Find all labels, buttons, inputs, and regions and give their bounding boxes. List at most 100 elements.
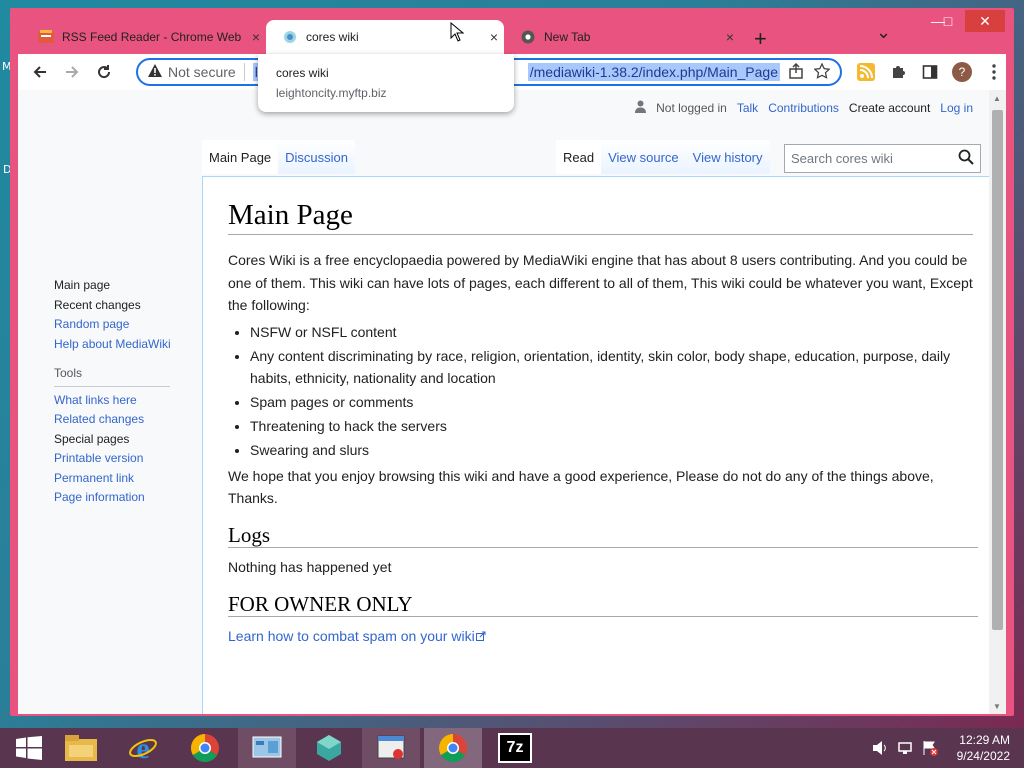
- login-status: Not logged in: [656, 101, 727, 115]
- sidebar-item-main-page[interactable]: Main page: [54, 276, 171, 296]
- start-windows-icon[interactable]: [0, 728, 58, 768]
- browser-window: RSS Feed Reader - Chrome Web × cores wik…: [10, 8, 1014, 716]
- article-body: Cores Wiki is a free encyclopaedia power…: [228, 249, 978, 648]
- menu-kebab-icon[interactable]: [982, 60, 1006, 84]
- rss-extension-icon[interactable]: [854, 60, 878, 84]
- intro-paragraph: Cores Wiki is a free encyclopaedia power…: [228, 252, 973, 313]
- tab-cores-wiki[interactable]: cores wiki ×: [266, 20, 504, 54]
- action-center-flag-icon[interactable]: [922, 740, 938, 761]
- internet-explorer-icon[interactable]: e: [114, 728, 172, 768]
- forward-arrow-icon[interactable]: [60, 60, 84, 84]
- tab-title: RSS Feed Reader - Chrome Web: [62, 30, 242, 44]
- list-item: Swearing and slurs: [250, 439, 978, 461]
- tab-new-tab[interactable]: New Tab ×: [504, 20, 740, 54]
- logs-text: Nothing has happened yet: [228, 559, 392, 575]
- sidebar-item-related-changes[interactable]: Related changes: [54, 410, 171, 430]
- list-item: Any content discriminating by race, reli…: [250, 345, 978, 389]
- warning-icon[interactable]: [148, 64, 162, 80]
- sidebar-item-special-pages[interactable]: Special pages: [54, 430, 171, 450]
- page-title: Main Page: [228, 199, 973, 235]
- user-navigation: Not logged in Talk Contributions Create …: [635, 100, 973, 116]
- logs-heading: Logs: [228, 523, 978, 548]
- share-icon[interactable]: [788, 62, 804, 82]
- search-input[interactable]: Search cores wiki: [785, 151, 958, 166]
- tab-close-icon[interactable]: ×: [246, 29, 266, 45]
- sidebar-tools-header: Tools: [54, 364, 170, 387]
- maximize-button[interactable]: □: [928, 10, 968, 32]
- chrome-favicon-icon: [520, 29, 536, 45]
- sidebar-item-random-page[interactable]: Random page: [54, 315, 171, 335]
- sidebar-item-permanent-link[interactable]: Permanent link: [54, 469, 171, 489]
- user-icon: [635, 100, 647, 116]
- tab-close-icon[interactable]: ×: [720, 29, 740, 45]
- profile-avatar[interactable]: ?: [950, 60, 974, 84]
- contributions-link[interactable]: Contributions: [768, 101, 839, 115]
- new-tab-button[interactable]: +: [754, 26, 767, 52]
- search-box[interactable]: Search cores wiki: [784, 144, 981, 173]
- omnibox-divider: [243, 63, 245, 81]
- taskbar: e 7z 12:29 AM 9/24/2022: [0, 728, 1024, 768]
- scroll-down-icon[interactable]: ▼: [993, 702, 1001, 711]
- side-panel-icon[interactable]: [918, 60, 942, 84]
- content-area: Main Page Cores Wiki is a free encyclopa…: [202, 176, 989, 714]
- clock-date: 9/24/2022: [956, 749, 1010, 763]
- closing-paragraph: We hope that you enjoy browsing this wik…: [228, 467, 934, 507]
- scrollbar-thumb[interactable]: [992, 110, 1003, 630]
- file-explorer-icon[interactable]: [52, 728, 110, 768]
- extensions-puzzle-icon[interactable]: [886, 60, 910, 84]
- tab-discussion[interactable]: Discussion: [278, 140, 356, 174]
- app-package-icon[interactable]: [300, 728, 358, 768]
- window-app-icon[interactable]: [362, 728, 420, 768]
- login-link[interactable]: Log in: [940, 101, 973, 115]
- svg-text:e: e: [136, 733, 149, 763]
- tab-main-page[interactable]: Main Page: [202, 140, 279, 174]
- rss-favicon-icon: [38, 29, 54, 45]
- combat-spam-link[interactable]: Learn how to combat spam on your wiki: [228, 628, 486, 644]
- tab-rss-feed-reader[interactable]: RSS Feed Reader - Chrome Web ×: [22, 20, 266, 54]
- mouse-cursor-icon: [450, 21, 465, 47]
- sidebar-item-printable-version[interactable]: Printable version: [54, 449, 171, 469]
- security-status[interactable]: Not secure: [168, 64, 236, 80]
- tab-search-button[interactable]: ⌄: [876, 22, 891, 43]
- tab-close-icon[interactable]: ×: [484, 29, 504, 45]
- owner-heading: FOR OWNER ONLY: [228, 592, 978, 617]
- tab-read[interactable]: Read: [556, 140, 602, 174]
- sidebar-item-what-links-here[interactable]: What links here: [54, 391, 171, 411]
- chrome-icon[interactable]: [176, 728, 234, 768]
- sidebar: Main page Recent changes Random page Hel…: [54, 276, 171, 508]
- 7zip-icon[interactable]: 7z: [486, 728, 544, 768]
- sidebar-item-recent-changes[interactable]: Recent changes: [54, 296, 171, 316]
- system-clock[interactable]: 12:29 AM 9/24/2022: [957, 732, 1010, 764]
- talk-link[interactable]: Talk: [737, 101, 758, 115]
- sidebar-item-page-information[interactable]: Page information: [54, 488, 171, 508]
- create-account-link[interactable]: Create account: [849, 101, 930, 115]
- clock-time: 12:29 AM: [959, 733, 1010, 747]
- list-item: Threatening to hack the servers: [250, 415, 978, 437]
- search-icon[interactable]: [958, 149, 974, 168]
- bookmark-star-icon[interactable]: [813, 61, 831, 82]
- namespace-tabs: Main Page Discussion: [202, 140, 356, 174]
- page-scrollbar[interactable]: ▲ ▼: [989, 90, 1006, 714]
- sidebar-item-help[interactable]: Help about MediaWiki: [54, 335, 171, 355]
- volume-icon[interactable]: [872, 740, 888, 761]
- control-panel-icon[interactable]: [238, 728, 296, 768]
- hover-card-title: cores wiki: [276, 66, 329, 80]
- window-close-button[interactable]: ✕: [965, 10, 1005, 32]
- tab-title: New Tab: [544, 30, 591, 44]
- network-icon[interactable]: [898, 740, 914, 761]
- url-text-end[interactable]: /mediawiki-1.38.2/index.php/Main_Page: [527, 63, 780, 81]
- list-item: Spam pages or comments: [250, 391, 978, 413]
- reload-icon[interactable]: [92, 60, 116, 84]
- tab-view-history[interactable]: View history: [685, 140, 770, 174]
- wiki-favicon-icon: [282, 29, 298, 45]
- hover-card-domain: leightoncity.myftp.biz: [276, 86, 387, 100]
- scroll-up-icon[interactable]: ▲: [993, 94, 1001, 103]
- tab-strip: RSS Feed Reader - Chrome Web × cores wik…: [10, 8, 1014, 54]
- list-item: NSFW or NSFL content: [250, 321, 978, 343]
- view-tabs: Read View source View history: [556, 140, 770, 174]
- rules-list: NSFW or NSFL content Any content discrim…: [228, 321, 978, 461]
- external-link-icon: [475, 628, 486, 644]
- chrome-active-icon[interactable]: [424, 728, 482, 768]
- back-arrow-icon[interactable]: [28, 60, 52, 84]
- tab-view-source[interactable]: View source: [601, 140, 686, 174]
